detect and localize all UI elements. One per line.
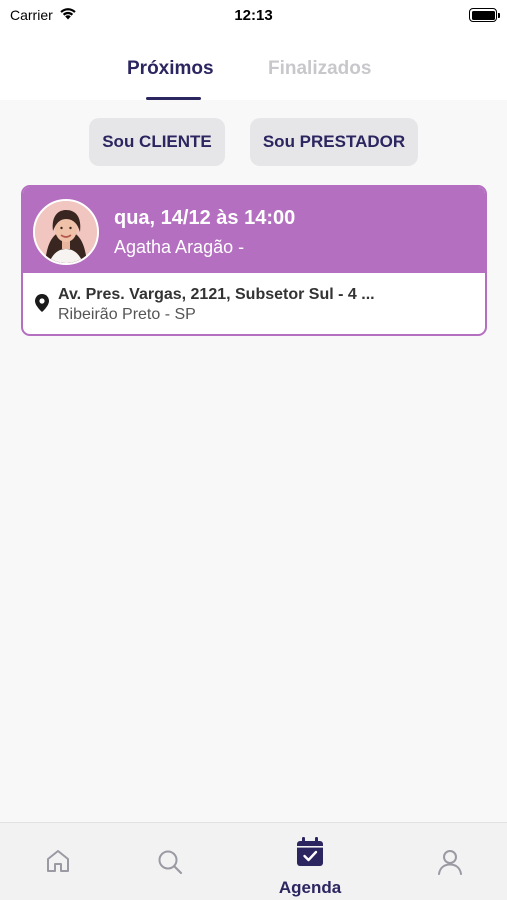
appointment-address: Av. Pres. Vargas, 2121, Subsetor Sul - 4… [58,286,375,303]
nav-profile[interactable] [430,823,470,900]
location-pin-icon [35,294,49,317]
appointment-city: Ribeirão Preto - SP [58,306,196,323]
carrier-label: Carrier [10,7,53,23]
tab-finalizados[interactable]: Finalizados [268,58,371,80]
appointment-card-body: Av. Pres. Vargas, 2121, Subsetor Sul - 4… [23,273,485,334]
avatar [33,199,99,265]
active-tab-indicator [146,97,201,100]
nav-home[interactable] [38,823,78,900]
nav-search[interactable] [150,823,190,900]
status-time: 12:13 [234,6,273,24]
sou-prestador-button[interactable]: Sou PRESTADOR [250,118,418,166]
appointment-date: qua, 14/12 às 14:00 [114,207,296,229]
tab-proximos[interactable]: Próximos [127,58,214,80]
appointment-card-header: qua, 14/12 às 14:00 Agatha Aragão - [23,187,485,273]
nav-agenda-label: Agenda [278,878,342,897]
appointment-client-name: Agatha Aragão - [114,237,245,257]
user-icon [437,823,463,880]
bottom-tab-bar: Agenda [0,822,507,900]
wifi-icon [59,7,77,23]
battery-icon [469,8,500,22]
tabs-header: Próximos Finalizados [0,30,507,100]
status-bar: Carrier 12:13 [0,0,507,30]
search-icon [157,823,183,880]
calendar-check-icon [296,823,324,872]
nav-agenda[interactable]: Agenda [270,823,350,900]
home-icon [45,823,71,878]
sou-cliente-button[interactable]: Sou CLIENTE [89,118,225,166]
appointment-card[interactable]: qua, 14/12 às 14:00 Agatha Aragão - Av. … [21,185,487,336]
